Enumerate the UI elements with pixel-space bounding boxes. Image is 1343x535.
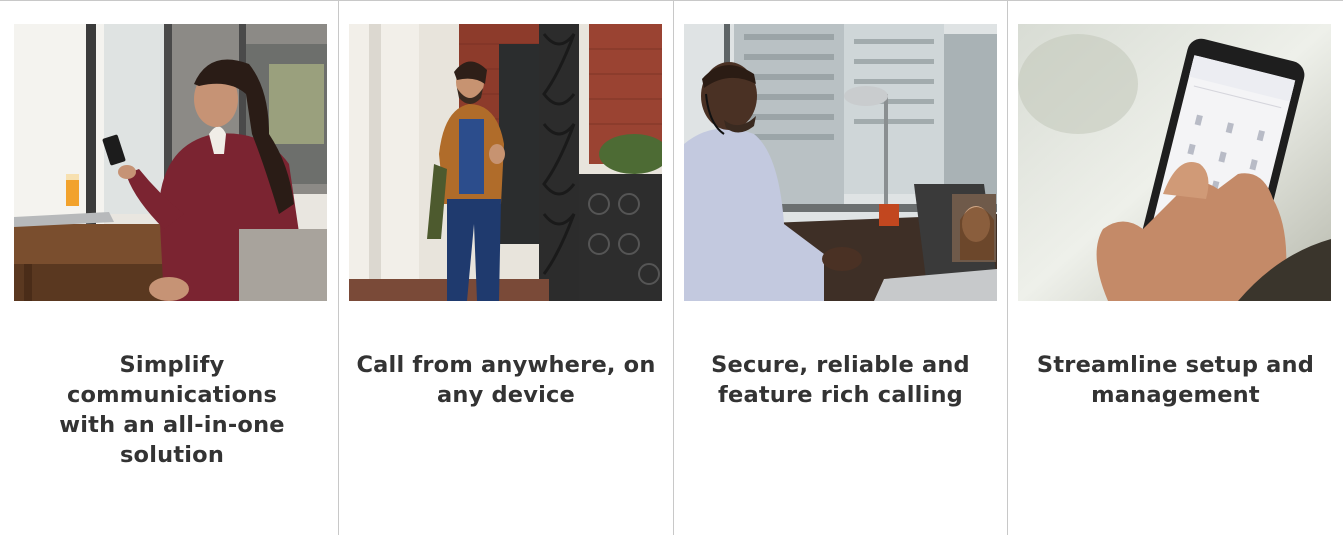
feature-card-secure-calling: Secure, reliable and feature rich callin… (673, 1, 1007, 535)
feature-card-grid: Simplify communications with an all-in-o… (0, 0, 1343, 535)
feature-caption: Call from anywhere, on any device (356, 352, 656, 408)
hand-dialing-on-smartphone-image (1018, 24, 1331, 301)
feature-card-call-anywhere: Call from anywhere, on any device (338, 1, 673, 535)
feature-card-all-in-one: Simplify communications with an all-in-o… (0, 1, 338, 535)
feature-caption: Secure, reliable and feature rich callin… (711, 352, 970, 408)
man-with-headset-on-video-call-image (684, 24, 997, 301)
feature-caption: Simplify communications with an all-in-o… (59, 352, 285, 468)
feature-card-streamline-setup: Streamline setup and management (1007, 1, 1343, 535)
woman-with-smartphone-in-cafe-image (14, 24, 327, 301)
man-walking-with-phone-on-city-steps-image (349, 24, 662, 301)
feature-caption: Streamline setup and management (1036, 352, 1315, 408)
